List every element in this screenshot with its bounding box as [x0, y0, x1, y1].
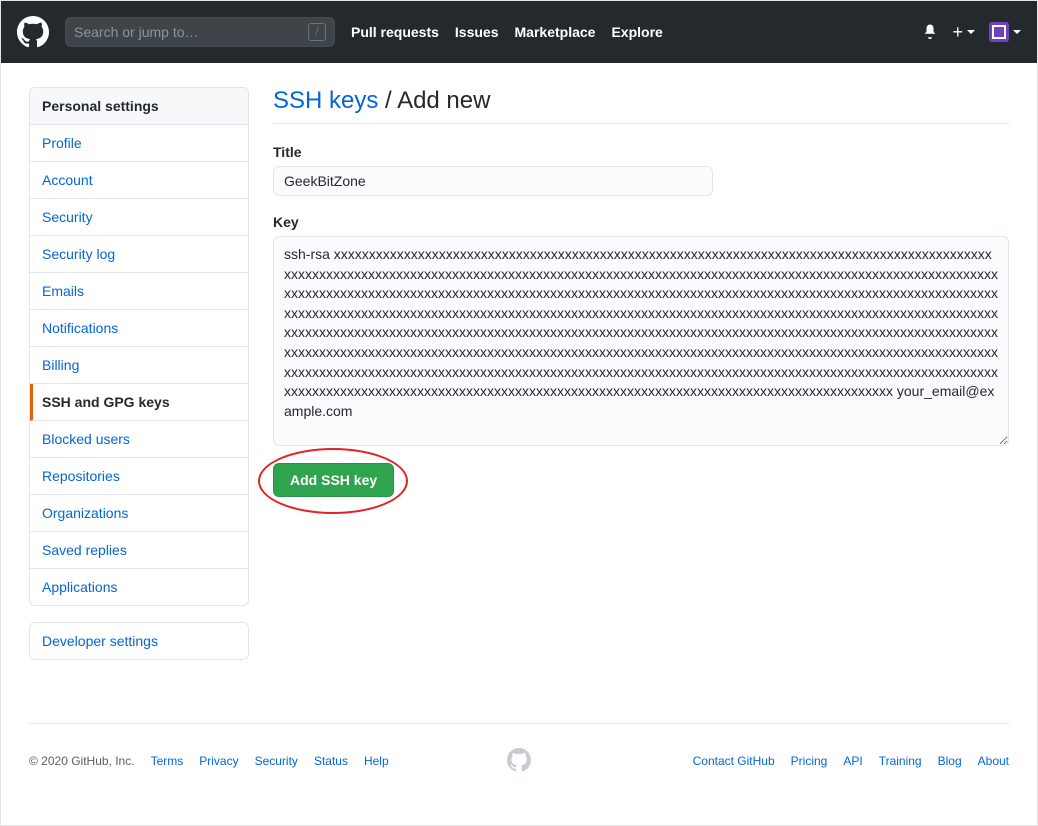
title-input[interactable] [273, 166, 713, 196]
breadcrumb-current: Add new [397, 87, 490, 114]
breadcrumb-separator: / [378, 87, 397, 114]
sidebar-item-security[interactable]: Security [30, 199, 248, 236]
key-label: Key [273, 214, 1009, 230]
sidebar-item-ssh-gpg[interactable]: SSH and GPG keys [30, 384, 248, 421]
avatar-icon [989, 22, 1009, 42]
sidebar-item-profile[interactable]: Profile [30, 125, 248, 162]
footer-link-api[interactable]: API [843, 754, 862, 768]
github-mark-icon[interactable] [507, 748, 531, 775]
global-header: Search or jump to… / Pull requests Issue… [1, 1, 1037, 63]
sidebar-item-notifications[interactable]: Notifications [30, 310, 248, 347]
sidebar-item-billing[interactable]: Billing [30, 347, 248, 384]
sidebar-item-organizations[interactable]: Organizations [30, 495, 248, 532]
nav-explore[interactable]: Explore [611, 24, 662, 40]
user-menu[interactable] [989, 22, 1021, 42]
title-label: Title [273, 144, 1009, 160]
footer-link-privacy[interactable]: Privacy [199, 754, 238, 768]
add-ssh-key-button[interactable]: Add SSH key [273, 463, 394, 497]
footer-copyright: © 2020 GitHub, Inc. [29, 754, 135, 768]
footer-link-help[interactable]: Help [364, 754, 389, 768]
footer-link-contact[interactable]: Contact GitHub [693, 754, 775, 768]
sidebar-item-developer-settings[interactable]: Developer settings [30, 623, 248, 659]
footer-link-terms[interactable]: Terms [151, 754, 184, 768]
main-content: SSH keys / Add new Title Key Add SSH key [273, 87, 1009, 723]
sidebar-item-account[interactable]: Account [30, 162, 248, 199]
sidebar-title: Personal settings [30, 88, 248, 125]
caret-down-icon [967, 30, 975, 34]
sidebar-item-emails[interactable]: Emails [30, 273, 248, 310]
footer-link-training[interactable]: Training [879, 754, 922, 768]
footer-left: © 2020 GitHub, Inc. Terms Privacy Securi… [29, 754, 389, 768]
personal-settings-group: Personal settings Profile Account Securi… [29, 87, 249, 606]
sidebar-item-security-log[interactable]: Security log [30, 236, 248, 273]
settings-sidebar: Personal settings Profile Account Securi… [29, 87, 249, 723]
plus-icon: + [952, 22, 963, 43]
create-new-menu[interactable]: + [952, 22, 975, 43]
footer-link-pricing[interactable]: Pricing [791, 754, 828, 768]
breadcrumb-link-ssh-keys[interactable]: SSH keys [273, 87, 378, 114]
footer-right: Contact GitHub Pricing API Training Blog… [693, 754, 1009, 768]
developer-settings-group: Developer settings [29, 622, 249, 660]
nav-marketplace[interactable]: Marketplace [515, 24, 596, 40]
header-right: + [922, 22, 1021, 43]
site-footer: © 2020 GitHub, Inc. Terms Privacy Securi… [1, 724, 1037, 780]
caret-down-icon [1013, 30, 1021, 34]
search-input[interactable]: Search or jump to… / [65, 17, 335, 47]
sidebar-item-blocked[interactable]: Blocked users [30, 421, 248, 458]
github-logo-icon[interactable] [17, 16, 49, 48]
nav-issues[interactable]: Issues [455, 24, 499, 40]
sidebar-item-repositories[interactable]: Repositories [30, 458, 248, 495]
sidebar-item-saved-replies[interactable]: Saved replies [30, 532, 248, 569]
key-textarea[interactable] [273, 236, 1009, 446]
main-container: Personal settings Profile Account Securi… [1, 63, 1037, 723]
footer-link-about[interactable]: About [978, 754, 1009, 768]
nav-pull-requests[interactable]: Pull requests [351, 24, 439, 40]
footer-link-security[interactable]: Security [255, 754, 298, 768]
footer-link-blog[interactable]: Blog [938, 754, 962, 768]
footer-link-status[interactable]: Status [314, 754, 348, 768]
sidebar-item-applications[interactable]: Applications [30, 569, 248, 605]
page-title: SSH keys / Add new [273, 87, 1009, 124]
primary-nav: Pull requests Issues Marketplace Explore [351, 24, 663, 40]
search-placeholder: Search or jump to… [74, 24, 199, 40]
submit-wrap: Add SSH key [273, 463, 394, 497]
bell-icon[interactable] [922, 23, 938, 42]
slash-hint-icon: / [308, 23, 326, 41]
